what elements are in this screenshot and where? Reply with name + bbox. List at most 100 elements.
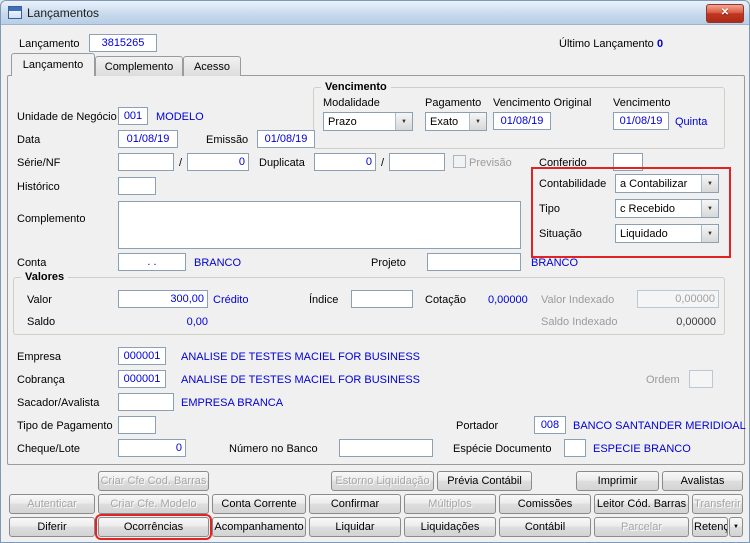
valor-indexado-input (637, 290, 719, 308)
portador-label: Portador (456, 420, 499, 432)
conferido-label: Conferido (539, 157, 587, 169)
complemento-textarea[interactable] (118, 201, 521, 249)
modalidade-select[interactable]: Prazo ▼ (323, 112, 413, 131)
ultimo-lancamento-label: Último Lançamento (559, 38, 654, 50)
pagamento-label: Pagamento (425, 97, 482, 109)
close-icon: ✕ (720, 7, 730, 18)
window-title: Lançamentos (27, 6, 100, 20)
ocorrencias-button[interactable]: Ocorrências (95, 514, 212, 540)
indice-label: Índice (309, 294, 339, 306)
lancamento-number-input[interactable] (89, 34, 157, 52)
cotacao-label: Cotação (425, 294, 466, 306)
close-button[interactable]: ✕ (706, 4, 744, 23)
chevron-down-icon: ▼ (701, 200, 718, 217)
contabil-button[interactable]: Contábil (499, 517, 591, 537)
contabilidade-label: Contabilidade (539, 178, 607, 190)
serie-nf-separator: / (179, 157, 183, 169)
confirmar-button[interactable]: Confirmar (309, 494, 401, 514)
previa-contabil-button[interactable]: Prévia Contábil (437, 471, 532, 491)
retencao-button[interactable]: Retenção (692, 517, 728, 537)
conta-desc: BRANCO (194, 257, 242, 269)
vencimento-dia-semana: Quinta (675, 116, 708, 128)
emissao-input[interactable] (257, 130, 315, 148)
duplicata-input-1[interactable] (314, 153, 376, 171)
conta-corrente-button[interactable]: Conta Corrente (212, 494, 306, 514)
projeto-input[interactable] (427, 253, 521, 271)
historico-label: Histórico (17, 181, 60, 193)
empresa-input[interactable] (118, 347, 166, 365)
parcelar-button: Parcelar (594, 517, 689, 537)
contabilidade-value: a Contabilizar (620, 177, 688, 190)
autenticar-button: Autenticar (9, 494, 95, 514)
emissao-label: Emissão (206, 134, 249, 146)
valor-tipo: Crédito (213, 294, 249, 306)
sacador-avalista-desc: EMPRESA BRANCA (181, 397, 284, 409)
situacao-label: Situação (539, 228, 582, 240)
numero-banco-label: Número no Banco (229, 443, 318, 455)
liquidar-button[interactable]: Liquidar (309, 517, 401, 537)
contabilidade-select[interactable]: a Contabilizar ▼ (615, 174, 719, 193)
especie-documento-input[interactable] (564, 439, 586, 457)
sacador-avalista-label: Sacador/Avalista (17, 397, 100, 409)
vencimento-original-input[interactable] (493, 112, 551, 130)
tab-complemento[interactable]: Complemento (95, 56, 183, 76)
tipo-label: Tipo (539, 203, 560, 215)
numero-banco-input[interactable] (339, 439, 433, 457)
data-label: Data (17, 134, 41, 146)
valor-indexado-label: Valor Indexado (541, 294, 615, 306)
retencao-dropdown-button[interactable]: ▼ (729, 517, 743, 537)
tipo-pagamento-label: Tipo de Pagamento (17, 420, 113, 432)
indice-input[interactable] (351, 290, 413, 308)
estorno-liquidacao-button: Estorno Liquidação (331, 471, 434, 491)
unidade-negocio-desc: MODELO (156, 111, 204, 123)
conta-input[interactable] (118, 253, 186, 271)
ordem-input (689, 370, 713, 388)
modalidade-label: Modalidade (323, 97, 380, 109)
comissoes-button[interactable]: Comissões (499, 494, 591, 514)
vencimento-group-title: Vencimento (321, 81, 391, 93)
cobranca-desc: ANALISE DE TESTES MACIEL FOR BUSINESS (181, 374, 421, 386)
conferido-input[interactable] (613, 153, 643, 171)
historico-input[interactable] (118, 177, 156, 195)
tipo-select[interactable]: c Recebido ▼ (615, 199, 719, 218)
valor-label: Valor (27, 294, 52, 306)
portador-input[interactable] (534, 416, 566, 434)
duplicata-input-2[interactable] (389, 153, 445, 171)
acompanhamento-button[interactable]: Acompanhamento (212, 517, 306, 537)
tipo-value: c Recebido (620, 202, 676, 215)
saldo-value: 0,00 (186, 316, 208, 328)
pagamento-select[interactable]: Exato ▼ (425, 112, 487, 131)
empresa-label: Empresa (17, 351, 62, 363)
chevron-down-icon: ▼ (701, 225, 718, 242)
liquidacoes-button[interactable]: Liquidações (404, 517, 496, 537)
chevron-down-icon: ▼ (701, 175, 718, 192)
cheque-lote-label: Cheque/Lote (17, 443, 80, 455)
situacao-select[interactable]: Liquidado ▼ (615, 224, 719, 243)
transferir-button: Transferir (692, 494, 743, 514)
leitor-cod-barras-button[interactable]: Leitor Cód. Barras (594, 494, 689, 514)
data-input[interactable] (118, 130, 178, 148)
avalistas-button[interactable]: Avalistas (662, 471, 743, 491)
tab-acesso[interactable]: Acesso (183, 56, 241, 76)
projeto-desc: BRANCO (531, 257, 579, 269)
cheque-lote-input[interactable] (118, 439, 186, 457)
previsao-label: Previsão (469, 157, 512, 169)
serie-nf-input-1[interactable] (118, 153, 174, 171)
portador-desc: BANCO SANTANDER MERIDIOAL (573, 420, 746, 432)
modalidade-value: Prazo (328, 115, 357, 128)
ultimo-lancamento-value: 0 (657, 38, 664, 50)
unidade-negocio-input[interactable] (118, 107, 148, 125)
tipo-pagamento-input[interactable] (118, 416, 156, 434)
serie-nf-input-2[interactable] (187, 153, 249, 171)
sacador-avalista-input[interactable] (118, 393, 174, 411)
diferir-button[interactable]: Diferir (9, 517, 95, 537)
tab-lancamento[interactable]: Lançamento (11, 53, 95, 76)
vencimento-input[interactable] (613, 112, 669, 130)
imprimir-button[interactable]: Imprimir (576, 471, 659, 491)
vencimento-label: Vencimento (613, 97, 671, 109)
empresa-desc: ANALISE DE TESTES MACIEL FOR BUSINESS (181, 351, 421, 363)
title-bar[interactable]: Lançamentos ✕ (1, 1, 749, 25)
criar-cfe-modelo-button: Criar Cfe. Modelo (98, 494, 209, 514)
cobranca-input[interactable] (118, 370, 166, 388)
valor-input[interactable] (118, 290, 208, 308)
